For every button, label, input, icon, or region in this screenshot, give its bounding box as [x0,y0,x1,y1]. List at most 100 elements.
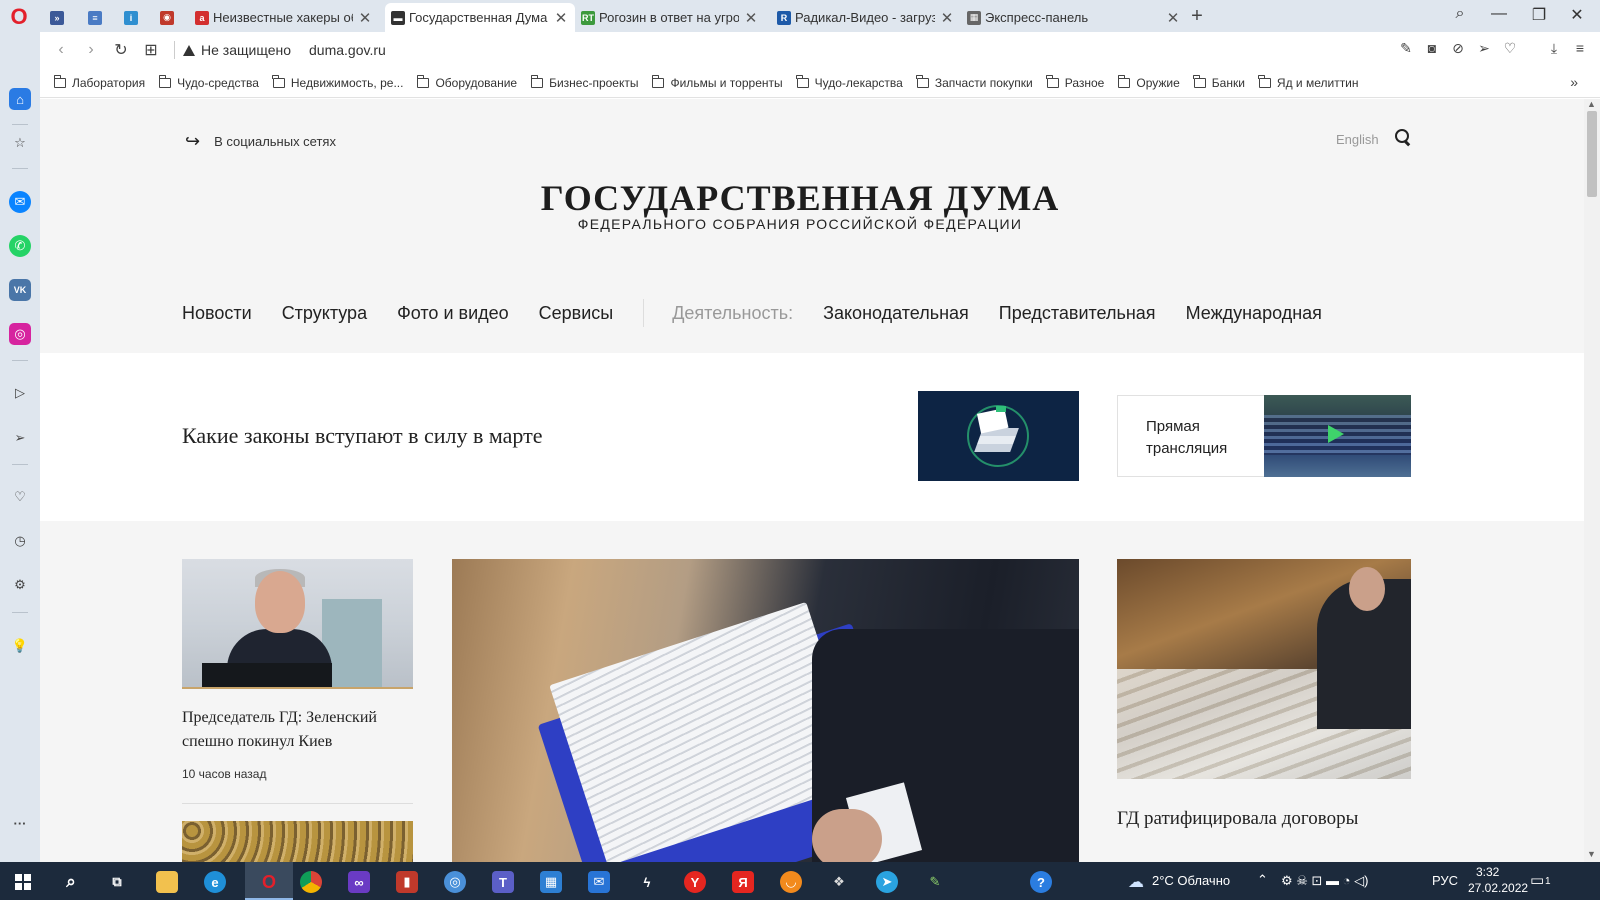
site-title[interactable]: ГОСУДАРСТВЕННАЯ ДУМА [40,177,1560,219]
windows-start-icon[interactable] [15,874,31,890]
browser-tab[interactable]: a Неизвестные хакеры обру ✕ [189,3,379,32]
nav-legislative[interactable]: Законодательная [823,303,969,324]
pinned-tab[interactable]: » [42,3,76,32]
close-window-icon[interactable]: ✕ [1565,5,1589,25]
scroll-down-icon[interactable]: ▼ [1587,849,1596,859]
search-icon[interactable]: ⌕ [60,871,82,893]
site-search-icon[interactable] [1395,129,1411,145]
edit-icon[interactable]: ✎ [1398,40,1414,56]
task-view-icon[interactable]: ⧉ [106,871,128,893]
whatsapp-icon[interactable]: ✆ [9,235,31,257]
nav-international[interactable]: Международная [1186,303,1322,324]
teams-icon[interactable]: T [492,871,514,893]
notification-icon[interactable]: ▭ [1530,871,1544,889]
bookmark-folder[interactable]: Оружие [1117,74,1180,90]
visual-studio-icon[interactable]: ∞ [348,871,370,893]
app-icon[interactable]: ▮ [396,871,418,893]
input-language[interactable]: РУС [1432,873,1458,888]
banner-headline-link[interactable]: Какие законы вступают в силу в марте [182,423,543,449]
more-dots-icon[interactable]: ··· [9,812,31,834]
social-link[interactable]: ↪ В социальных сетях [185,131,336,152]
menu-lines-icon[interactable]: ≡ [1572,40,1588,56]
close-tab-icon[interactable]: ✕ [743,9,759,27]
bookmark-folder[interactable]: Чудо-лекарства [796,74,903,90]
snapshot-icon[interactable]: ◙ [1424,40,1440,56]
yandex-icon[interactable]: Я [732,871,754,893]
opera-taskbar-icon[interactable]: O [258,871,280,893]
close-tab-icon[interactable]: ✕ [1165,9,1181,27]
weather-text[interactable]: 2°C Облачно [1152,873,1230,888]
tab-search-icon[interactable]: ⌕ [1448,5,1472,23]
tray-icons[interactable]: ⚙ ☠ ⊡ ▬ ◔ ◁) [1281,873,1368,889]
clock-date[interactable]: 27.02.2022 [1468,881,1528,895]
live-stream-thumbnail[interactable] [1264,395,1411,477]
download-icon[interactable]: ⤓ [1546,40,1562,56]
minimize-icon[interactable]: — [1487,5,1511,23]
browser-tab[interactable]: RT Рогозин в ответ на угрозы ✕ [575,3,765,32]
browser-tab[interactable]: R Радикал-Видео - загрузка ✕ [771,3,961,32]
opera-menu-icon[interactable]: O [8,6,30,28]
pinned-tab[interactable]: ≡ [80,3,114,32]
heart-icon[interactable]: ♡ [1502,40,1518,56]
live-stream-block[interactable]: Прямая трансляция [1117,395,1411,477]
home-icon[interactable]: ⌂ [9,88,31,110]
chrome-icon[interactable] [300,871,322,893]
telegram-icon[interactable]: ➤ [876,871,898,893]
scroll-thumb[interactable] [1587,111,1597,197]
nav-representative[interactable]: Представительная [999,303,1156,324]
bookmark-folder[interactable]: Лаборатория [53,74,145,90]
bookmark-folder[interactable]: Яд и мелиттин [1258,74,1359,90]
close-tab-icon[interactable]: ✕ [939,9,955,27]
paint-icon[interactable]: ✎ [924,871,946,893]
new-tab-button[interactable]: + [1187,5,1207,28]
maximize-icon[interactable]: ❐ [1527,5,1551,25]
adblock-icon[interactable]: ⊘ [1450,40,1466,56]
bookmark-folder[interactable]: Банки [1193,74,1245,90]
mail-icon[interactable]: ✉ [588,871,610,893]
close-tab-icon[interactable]: ✕ [357,9,373,27]
scroll-up-icon[interactable]: ▲ [1587,99,1596,109]
url-field[interactable]: duma.gov.ru [309,42,386,58]
browser-tab[interactable]: ▬ Государственная Дума ✕ [385,3,575,32]
pinned-tab[interactable]: i [116,3,150,32]
file-explorer-icon[interactable] [156,871,178,893]
bookmark-folder[interactable]: Недвижимость, ре... [272,74,403,90]
news-card-image[interactable] [1117,559,1411,779]
yandex-browser-icon[interactable]: Y [684,871,706,893]
pinned-tab[interactable]: ◉ [152,3,186,32]
news-card-title[interactable]: ГД ратифицировала договоры [1117,806,1411,832]
tips-bulb-icon[interactable]: 💡 [9,635,31,657]
instagram-icon[interactable]: ◎ [9,323,31,345]
nav-photo-video[interactable]: Фото и видео [397,303,509,324]
back-icon[interactable]: ‹ [46,41,76,59]
flow-icon[interactable]: ➢ [9,427,31,449]
tab-overview-icon[interactable]: ⊞ [136,40,166,60]
store-icon[interactable]: ▦ [540,871,562,893]
send-icon[interactable]: ➢ [1476,40,1492,56]
featured-news-image[interactable] [452,559,1079,862]
language-link[interactable]: English [1336,132,1379,147]
bookmark-folder[interactable]: Чудо-средства [158,74,259,90]
news-card-title[interactable]: Председатель ГД: Зеленский спешно покину… [182,706,413,754]
more-bookmarks-icon[interactable]: » [1570,74,1578,90]
settings-gear-icon[interactable]: ⚙ [9,574,31,596]
close-tab-icon[interactable]: ✕ [553,9,569,27]
player-icon[interactable]: ▷ [9,382,31,404]
favorites-heart-icon[interactable]: ♡ [9,486,31,508]
reload-icon[interactable]: ↻ [106,40,136,60]
history-clock-icon[interactable]: ◷ [9,530,31,552]
news-card-image[interactable] [182,559,413,689]
security-indicator[interactable]: Не защищено [183,42,291,58]
edge-icon[interactable]: e [204,871,226,893]
vk-icon[interactable]: VK [9,279,31,301]
forward-icon[interactable]: › [76,41,106,59]
nav-structure[interactable]: Структура [282,303,367,324]
nav-news[interactable]: Новости [182,303,252,324]
bookmark-folder[interactable]: Оборудование [416,74,517,90]
app-icon[interactable]: ◡ [780,871,802,893]
bookmark-folder[interactable]: Фильмы и торренты [651,74,783,90]
app-icon[interactable]: ❖ [828,871,850,893]
laws-promo-image[interactable] [918,391,1079,481]
nav-services[interactable]: Сервисы [539,303,614,324]
app-icon[interactable]: ◎ [444,871,466,893]
